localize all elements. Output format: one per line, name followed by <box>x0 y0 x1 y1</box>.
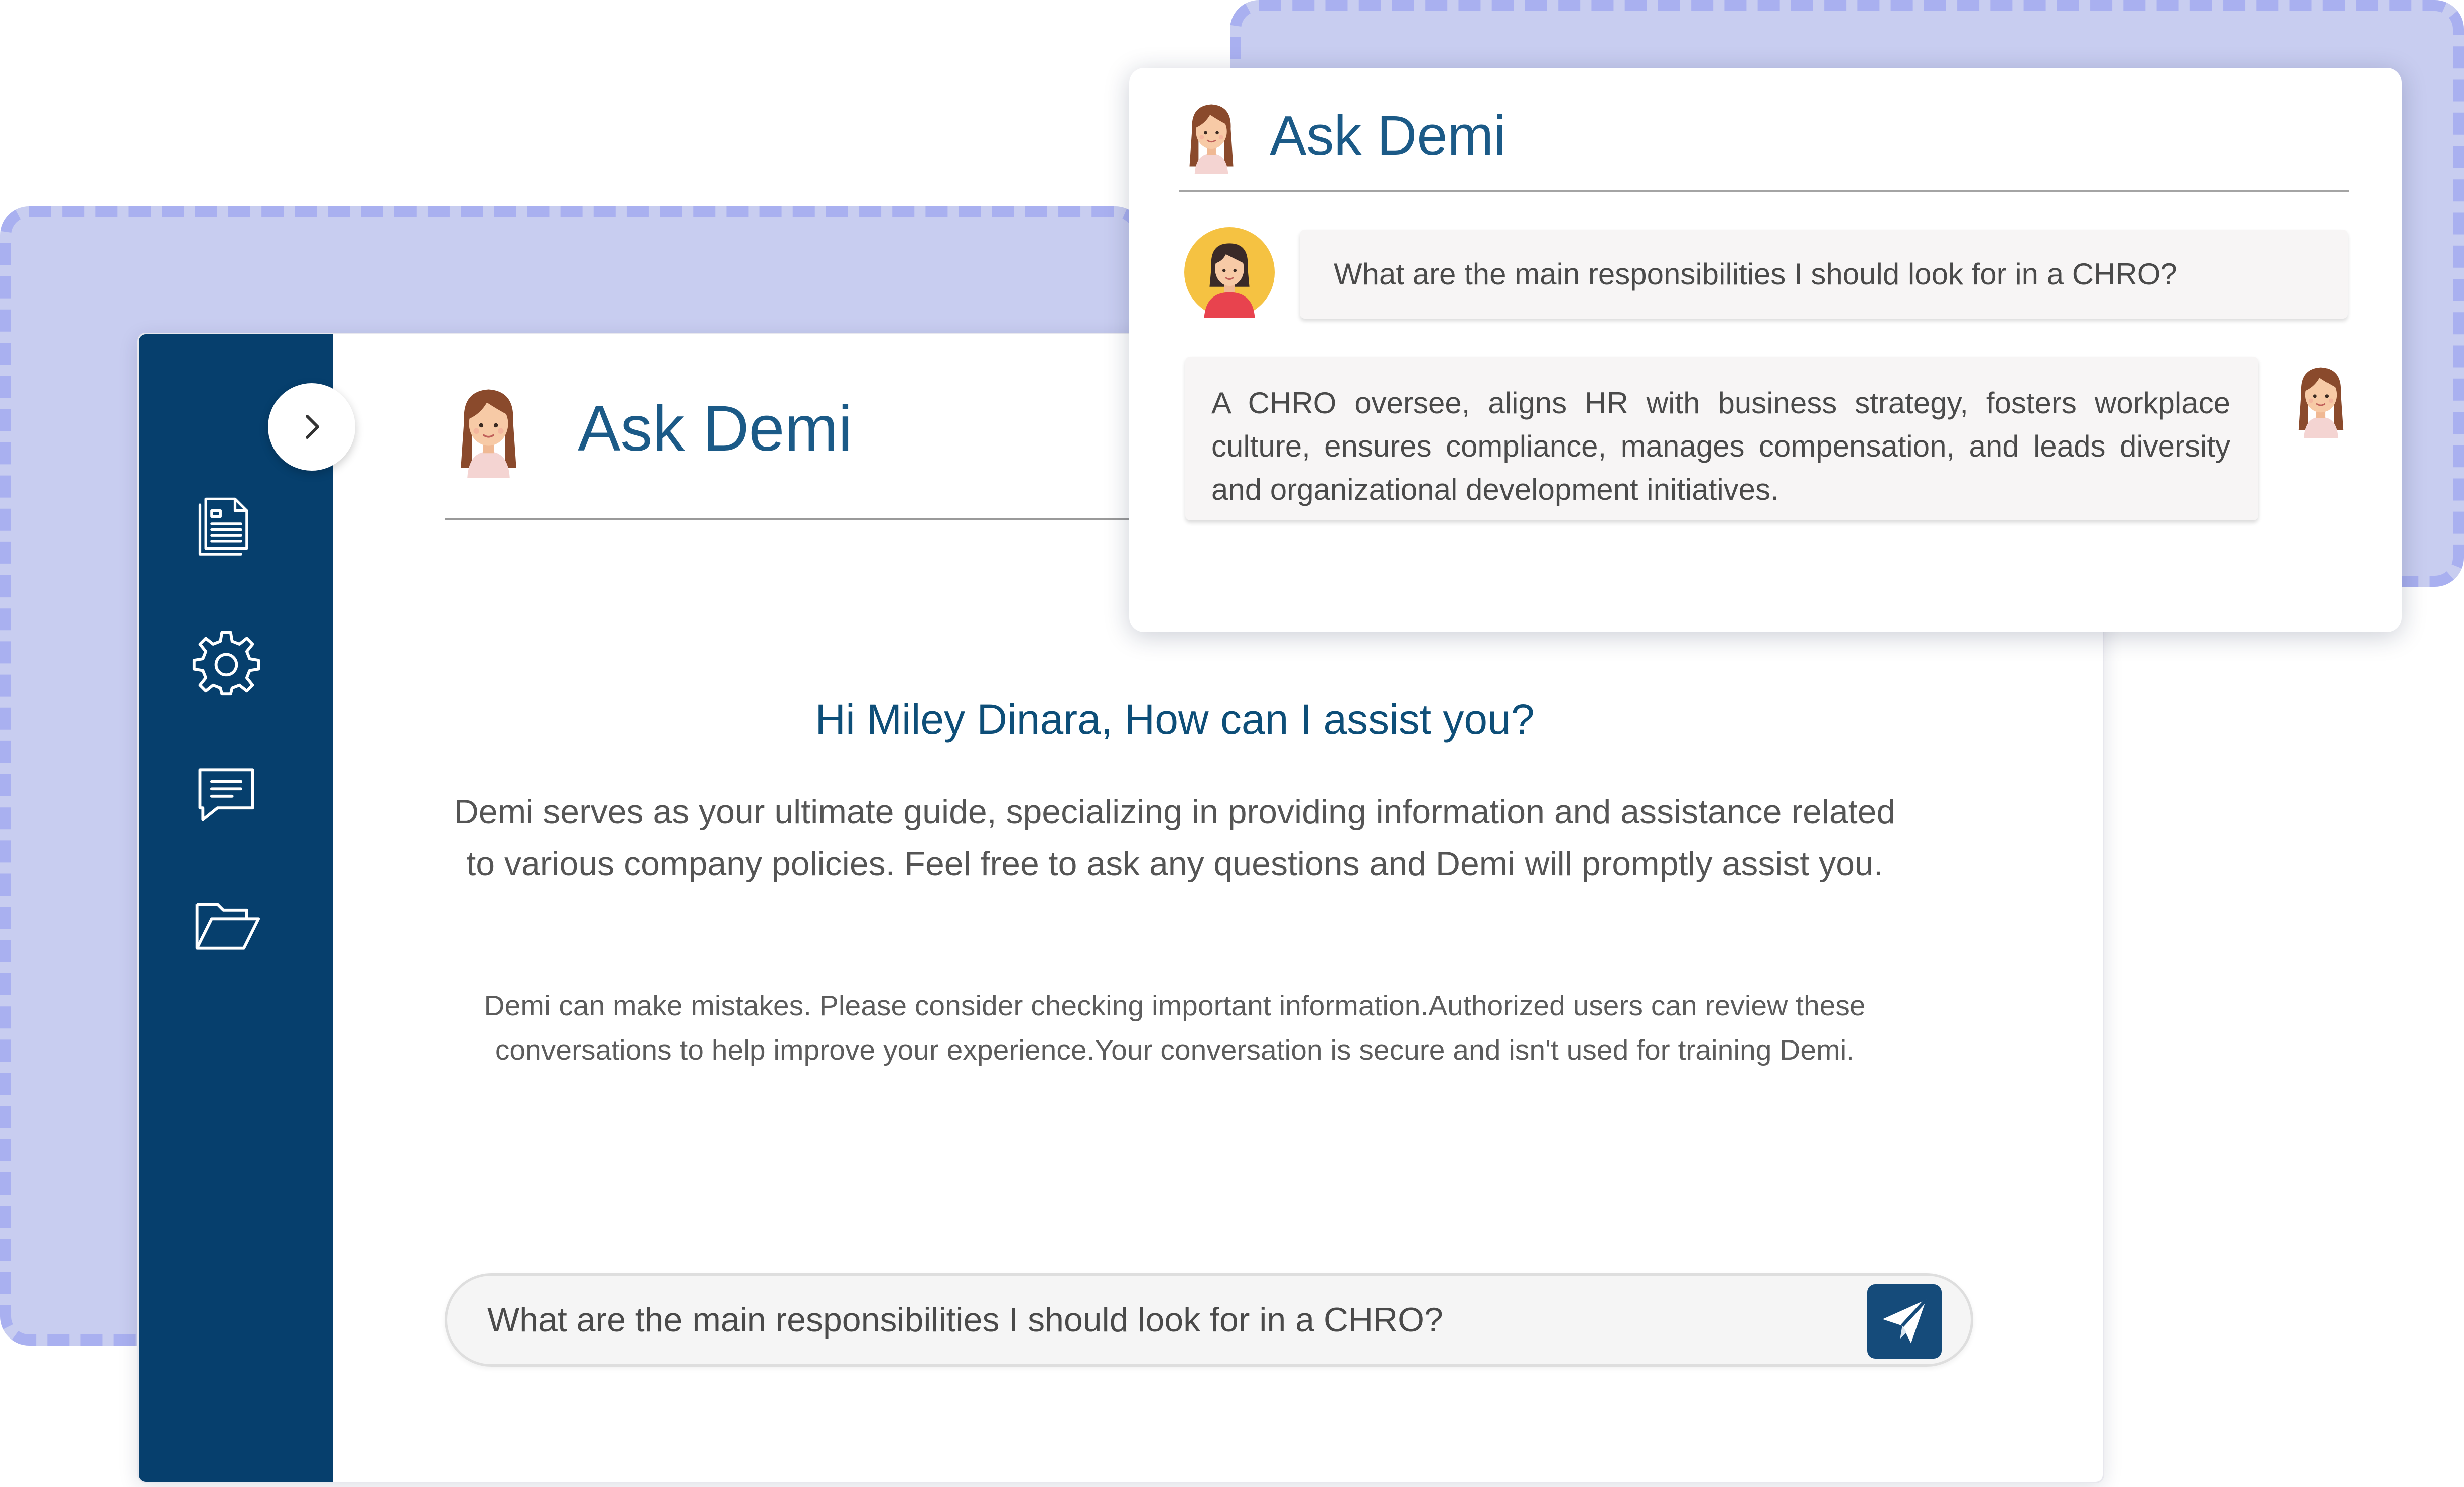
popup-divider <box>1179 190 2349 192</box>
gear-icon <box>192 631 260 696</box>
chat-input[interactable]: What are the main responsibilities I sho… <box>445 1273 1973 1367</box>
sidebar-item-chat[interactable] <box>189 756 264 831</box>
popup-title: Ask Demi <box>1270 104 1506 167</box>
demi-avatar-icon <box>445 380 532 478</box>
intro-text: Demi serves as your ultimate guide, spec… <box>454 793 1896 883</box>
document-list-icon <box>198 497 248 556</box>
page-title: Ask Demi <box>578 392 853 465</box>
folder-open-icon <box>195 903 260 950</box>
demi-avatar-icon <box>2288 356 2354 441</box>
chevron-right-icon <box>306 415 319 439</box>
popup-header: Ask Demi <box>1179 93 1506 178</box>
paper-plane-icon <box>1882 1298 1928 1344</box>
assistant-message: A CHRO oversee, aligns HR with business … <box>1185 357 2258 520</box>
sidebar-item-documents[interactable] <box>189 485 264 560</box>
chat-popup: Ask Demi What are the main responsibilit… <box>1129 68 2402 632</box>
user-avatar-icon <box>1184 227 1275 318</box>
chat-bubble-icon <box>198 768 254 821</box>
chat-input-value[interactable]: What are the main responsibilities I sho… <box>487 1276 1840 1364</box>
demi-avatar-icon <box>1179 95 1244 176</box>
sidebar-item-files[interactable] <box>189 887 264 962</box>
sidebar-item-settings[interactable] <box>189 624 264 699</box>
disclaimer-text: Demi can make mistakes. Please consider … <box>484 990 1866 1066</box>
sidebar <box>139 334 333 1482</box>
greeting-text: Hi Miley Dinara, How can I assist you? <box>815 696 1535 743</box>
canvas: Ask Demi Hi Miley Dinara, How can I assi… <box>0 0 2464 1487</box>
send-button[interactable] <box>1867 1284 1942 1359</box>
user-message: What are the main responsibilities I sho… <box>1300 230 2348 319</box>
expand-sidebar-button[interactable] <box>268 383 355 471</box>
main-header: Ask Demi <box>445 378 853 479</box>
